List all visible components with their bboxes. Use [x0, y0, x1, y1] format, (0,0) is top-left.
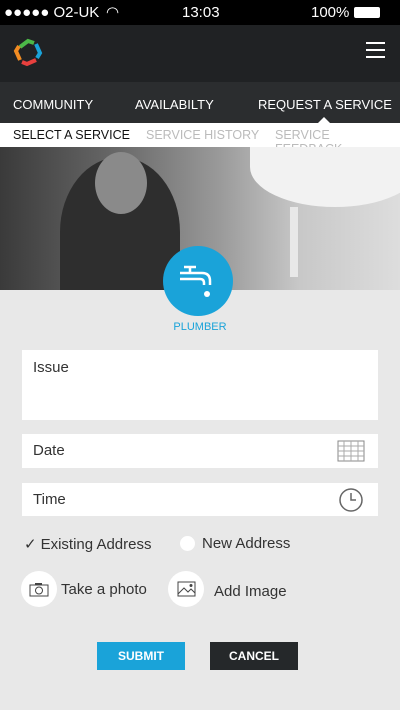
clock: 13:03 — [182, 4, 220, 21]
existing-address-label: Existing Address — [40, 535, 152, 553]
app-logo-icon[interactable] — [12, 35, 46, 69]
subtab-select-service[interactable]: SELECT A SERVICE — [13, 128, 130, 142]
app-header — [0, 25, 400, 82]
battery-percent: 100% — [311, 4, 350, 21]
plumber-service-button[interactable] — [163, 246, 233, 316]
existing-address-option[interactable]: ✓ Existing Address — [24, 535, 152, 554]
time-field[interactable]: Time — [22, 483, 378, 516]
submit-button[interactable]: SUBMIT — [97, 642, 185, 670]
add-image-label: Add Image — [214, 582, 287, 600]
tab-request-service[interactable]: REQUEST A SERVICE — [258, 97, 392, 112]
radio-icon — [180, 536, 195, 551]
add-image-button[interactable]: Add Image — [168, 571, 287, 607]
tab-community[interactable]: COMMUNITY — [13, 97, 93, 112]
battery-icon — [354, 7, 380, 18]
carrier: ●●●●● O2-UK — [4, 4, 100, 21]
calendar-icon[interactable] — [337, 440, 365, 462]
take-photo-button[interactable]: Take a photo — [21, 571, 147, 607]
date-field[interactable]: Date — [22, 434, 378, 468]
take-photo-label: Take a photo — [61, 580, 147, 598]
main-nav: COMMUNITY AVAILABILTY REQUEST A SERVICE — [0, 82, 400, 123]
wifi-icon: ◠ — [106, 4, 120, 21]
time-placeholder: Time — [33, 491, 66, 508]
issue-field[interactable]: Issue — [22, 350, 378, 420]
new-address-option[interactable]: New Address — [180, 535, 290, 552]
faucet-icon — [180, 265, 212, 297]
status-bar: ●●●●● O2-UK ◠ 13:03 100% — [0, 0, 400, 25]
date-placeholder: Date — [33, 442, 65, 459]
sub-nav: SELECT A SERVICE SERVICE HISTORY SERVICE… — [0, 123, 400, 156]
cancel-button[interactable]: CANCEL — [210, 642, 298, 670]
tab-availability[interactable]: AVAILABILTY — [135, 97, 214, 112]
issue-placeholder: Issue — [33, 359, 69, 376]
camera-icon — [21, 571, 57, 607]
subtab-service-history[interactable]: SERVICE HISTORY — [146, 128, 259, 142]
hamburger-menu-icon[interactable] — [366, 42, 385, 58]
image-icon — [168, 571, 204, 607]
clock-icon[interactable] — [338, 487, 364, 513]
checkmark-icon: ✓ — [24, 536, 37, 553]
new-address-label: New Address — [202, 535, 291, 552]
service-label: PLUMBER — [173, 321, 227, 333]
